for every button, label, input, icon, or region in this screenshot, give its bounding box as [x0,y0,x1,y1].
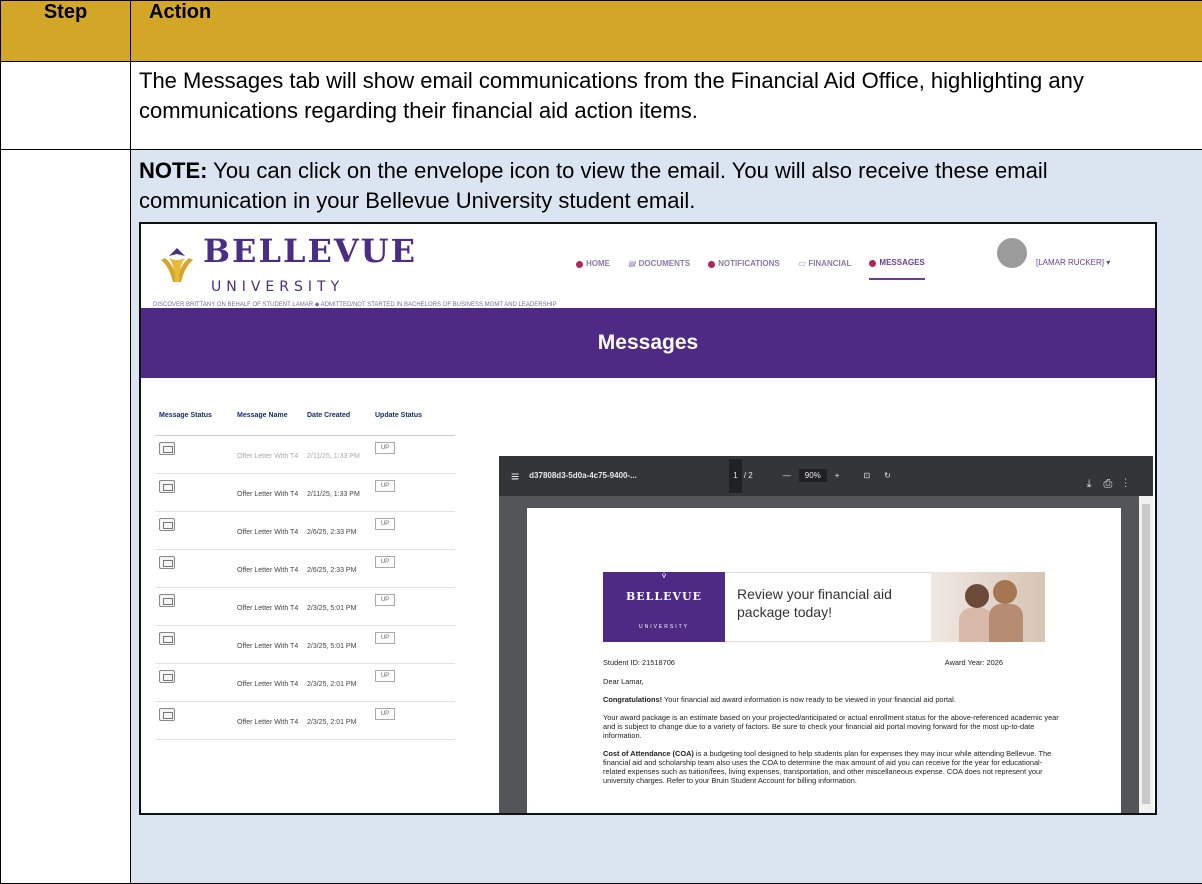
update-status-button[interactable]: UP [375,480,395,492]
note-paragraph: NOTE: You can click on the envelope icon… [139,156,1194,216]
table-row[interactable]: Offer Letter With T4 2/3/25, 5:01 PM UP [155,588,455,626]
coa-paragraph: Cost of Attendance (COA) is a budgeting … [603,749,1063,785]
more-options-icon[interactable]: ⋮ [1124,478,1139,490]
email-banner-photo [931,572,1045,642]
greeting: Dear Lamar, [603,677,1063,686]
action-cell-1: The Messages tab will show email communi… [131,62,1202,150]
envelope-icon[interactable] [159,556,175,569]
email-banner: BELLEVUE UNIVERSITY Review your financia… [603,572,1045,642]
bellevue-logo-icon [655,572,673,578]
envelope-icon[interactable] [159,480,175,493]
table-row[interactable]: Offer Letter With T4 2/3/25, 5:01 PM UP [155,626,455,664]
update-status-button[interactable]: UP [375,632,395,644]
table-row[interactable]: Offer Letter With T4 2/11/25, 1:33 PM UP [155,436,455,474]
user-menu[interactable]: [LAMAR RUCKER] ▾ [1036,248,1110,278]
step-cell-2 [1,150,131,884]
pdf-filename: d37808d3-5d0a-4c75-9400-... [529,461,689,491]
pdf-page: BELLEVUE UNIVERSITY Review your financia… [527,508,1121,815]
money-icon: ▭ [798,249,806,279]
pdf-actions: ⤓⎙⋮ [1087,469,1139,499]
envelope-icon[interactable] [159,518,175,531]
logo-wordmark: BELLEVUE [203,236,417,266]
avatar[interactable] [997,238,1027,268]
email-banner-text: Review your financial aid package today! [725,572,931,642]
update-status-button[interactable]: UP [375,518,395,530]
update-status-button[interactable]: UP [375,708,395,720]
nav-documents[interactable]: ▤DOCUMENTS [628,248,690,280]
portal-nav: HOME ▤DOCUMENTS NOTIFICATIONS ▭FINANCIAL… [576,248,925,280]
rotate-icon[interactable]: ↻ [884,461,891,491]
bellevue-logo-icon [155,240,199,284]
pdf-toolbar: ≡ d37808d3-5d0a-4c75-9400-... 1 / 2 — 90%… [499,456,1153,496]
message-icon [869,260,876,267]
page-title: Messages [598,328,698,358]
action-cell-2: NOTE: You can click on the envelope icon… [131,150,1202,884]
nav-financial[interactable]: ▭FINANCIAL [798,248,852,280]
home-icon [576,261,583,268]
message-list: Message Status Message Name Date Created… [155,410,455,740]
header-action: Action [131,1,1202,62]
table-row[interactable]: Offer Letter With T4 2/11/25, 1:33 PM UP [155,474,455,512]
table-row[interactable]: Offer Letter With T4 2/6/25, 2:33 PM UP [155,512,455,550]
update-status-button[interactable]: UP [375,442,395,454]
bell-icon [708,261,715,268]
message-list-header: Message Status Message Name Date Created… [155,410,455,436]
pdf-scrollbar[interactable] [1139,496,1153,815]
table-row[interactable]: Offer Letter With T4 2/6/25, 2:33 PM UP [155,550,455,588]
table-row[interactable]: Offer Letter With T4 2/3/25, 2:01 PM UP [155,664,455,702]
page-number-input[interactable]: 1 [729,459,741,493]
fit-page-icon[interactable]: ⊡ [863,461,870,491]
student-id: Student ID: 21518706 [603,658,675,667]
nav-home[interactable]: HOME [576,248,610,280]
portal-header: BELLEVUE UNIVERSITY HOME ▤DOCUMENTS NOTI… [141,224,1155,306]
step-cell-1 [1,62,131,150]
envelope-icon[interactable] [159,708,175,721]
update-status-button[interactable]: UP [375,670,395,682]
zoom-input[interactable]: 90% [799,469,827,482]
zoom-controls: — 90% + [783,461,840,491]
zoom-out-icon[interactable]: — [783,471,791,480]
envelope-icon[interactable] [159,442,175,455]
pdf-viewer: ≡ d37808d3-5d0a-4c75-9400-... 1 / 2 — 90%… [499,456,1153,815]
envelope-icon[interactable] [159,594,175,607]
award-year: Award Year: 2026 [945,658,1003,667]
document-icon: ▤ [628,249,636,279]
nav-notifications[interactable]: NOTIFICATIONS [708,248,780,280]
note-label: NOTE: [139,158,207,183]
instruction-table: Step Action The Messages tab will show e… [0,0,1202,884]
print-icon[interactable]: ⎙ [1103,478,1124,490]
zoom-in-icon[interactable]: + [835,471,840,480]
update-status-button[interactable]: UP [375,594,395,606]
email-banner-logo: BELLEVUE UNIVERSITY [603,572,725,642]
nav-messages[interactable]: MESSAGES [869,248,924,280]
table-row[interactable]: Offer Letter With T4 2/3/25, 2:01 PM UP [155,702,455,740]
download-icon[interactable]: ⤓ [1087,478,1104,490]
congrats-paragraph: Congratulations! Your financial aid awar… [603,695,1063,704]
update-status-button[interactable]: UP [375,556,395,568]
award-paragraph: Your award package is an estimate based … [603,713,1063,740]
page-banner: Messages [141,308,1155,378]
portal-screenshot: BELLEVUE UNIVERSITY HOME ▤DOCUMENTS NOTI… [139,222,1157,815]
page-indicator: 1 / 2 [729,459,753,493]
header-step: Step [1,1,131,62]
envelope-icon[interactable] [159,632,175,645]
hamburger-menu-icon[interactable]: ≡ [511,461,519,491]
envelope-icon[interactable] [159,670,175,683]
note-text: You can click on the envelope icon to vi… [139,158,1048,213]
email-body: Student ID: 21518706 Award Year: 2026 De… [603,658,1063,794]
